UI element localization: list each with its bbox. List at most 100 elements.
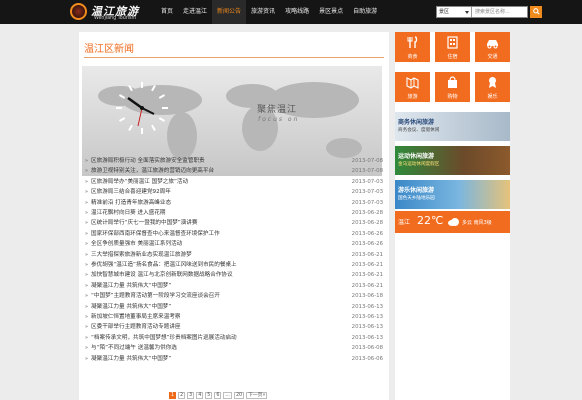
news-item[interactable]: » “中国梦”主题教育活动第一阶段学习交流座谈会召开 2013-06-18 bbox=[83, 291, 383, 301]
news-date: 2013-06-21 bbox=[351, 272, 383, 279]
news-date: 2013-06-26 bbox=[351, 241, 383, 248]
promo-sports[interactable]: 运动休闲旅游 金马运动休闲度假区 bbox=[395, 146, 510, 175]
news-title[interactable]: 新加坡仁恒置地董事局主席来温考察 bbox=[91, 312, 331, 322]
bullet-icon: » bbox=[85, 178, 89, 185]
promo-amusement[interactable]: 游乐休闲旅游 国色天乡陆地乐园 bbox=[395, 180, 510, 209]
news-item[interactable]: » 参优胡强“温江造”扬名食品：把温江风味送到市民的餐桌上 2013-06-21 bbox=[83, 260, 383, 270]
bullet-icon: » bbox=[85, 230, 89, 237]
news-title[interactable]: 国家环保部西南环保督查中心来温督查环境保护工作 bbox=[91, 229, 331, 239]
news-title[interactable]: 区旅游局三结合喜迎建党92周年 bbox=[91, 187, 331, 197]
news-item[interactable]: » 区旅游局举办“美丽温江 国梦之旅”活动 2013-07-03 bbox=[83, 177, 383, 187]
news-title[interactable]: 凝聚温江力量 共筑伟大“中国梦” bbox=[91, 281, 331, 291]
news-date: 2013-07-03 bbox=[351, 189, 383, 196]
news-title[interactable]: 旅游卫视特别关注，温江旅游的营销迈向更高平台 bbox=[91, 166, 331, 176]
bullet-icon: » bbox=[85, 334, 89, 341]
page-link[interactable]: 20 bbox=[233, 392, 245, 399]
news-item[interactable]: » 凝聚温江力量 共筑伟大“中国梦” 2013-06-13 bbox=[83, 302, 383, 312]
news-title[interactable]: 三大举措探索旅游新业态实现温江旅游梦 bbox=[91, 250, 331, 260]
news-date: 2013-06-26 bbox=[351, 230, 383, 237]
page-link[interactable]: 下一页» bbox=[246, 392, 268, 399]
news-item[interactable]: » 国家环保部西南环保督查中心来温督查环境保护工作 2013-06-26 bbox=[83, 229, 383, 239]
news-title[interactable]: 参优胡强“温江造”扬名食品：把温江风味送到市民的餐桌上 bbox=[91, 260, 331, 270]
news-item[interactable]: » 与“陌”不同过端午 送温馨为供你选 2013-06-08 bbox=[83, 343, 383, 353]
bullet-icon: » bbox=[85, 282, 89, 289]
news-title[interactable]: 全区争创质量强市 美丽温江系列活动 bbox=[91, 239, 331, 249]
promo-title: 游乐休闲旅游 bbox=[398, 187, 435, 194]
main-nav: 首页 走进温江 新闻公告 旅游资讯 攻略线路 景区景点 自助旅游 bbox=[156, 0, 382, 24]
nav-item[interactable]: 走进温江 bbox=[178, 0, 212, 24]
news-item[interactable]: » 三大举措探索旅游新业态实现温江旅游梦 2013-06-21 bbox=[83, 250, 383, 260]
page-link[interactable]: 1 bbox=[169, 392, 177, 399]
page-link[interactable]: 4 bbox=[196, 392, 204, 399]
nav-item[interactable]: 首页 bbox=[156, 0, 178, 24]
promo-business[interactable]: 商务休闲旅游 商务会议、度假休闲 bbox=[395, 112, 510, 141]
tile-label: 交通 bbox=[487, 54, 498, 60]
nav-item[interactable]: 新闻公告 bbox=[212, 0, 247, 24]
news-date: 2013-06-08 bbox=[351, 345, 383, 352]
news-item[interactable]: » 区旅游局积极行动 全面落实旅游安全监管职责 2013-07-08 bbox=[83, 156, 383, 166]
ribbon-icon bbox=[489, 77, 496, 88]
news-title[interactable]: 凝聚温江力量 共筑伟大“中国梦” bbox=[91, 302, 331, 312]
search-button[interactable] bbox=[530, 6, 542, 18]
page-link[interactable]: 6 bbox=[214, 392, 222, 399]
news-date: 2013-06-21 bbox=[351, 282, 383, 289]
news-item[interactable]: » 加快智慧城市建设 温江与北京创新联网数据战略合作协议 2013-06-21 bbox=[83, 270, 383, 280]
tile-label: 购物 bbox=[447, 94, 458, 100]
news-title[interactable]: 温江花飘村向日葵 进入盛花期 bbox=[91, 208, 331, 218]
news-item[interactable]: » 温江花飘村向日葵 进入盛花期 2013-06-28 bbox=[83, 208, 383, 218]
news-item[interactable]: » 凝聚温江力量 共筑伟大“中国梦” 2013-06-21 bbox=[83, 281, 383, 291]
nav-item[interactable]: 自助旅游 bbox=[348, 0, 382, 24]
page-link[interactable]: ... bbox=[223, 392, 232, 399]
news-item[interactable]: » 区统计局举行“庆七一暨我的中国梦”演讲赛 2013-06-28 bbox=[83, 218, 383, 228]
news-item[interactable]: » “档案传承文明，共筑中国梦想”珍贵档案图片巡展活动启动 2013-06-13 bbox=[83, 333, 383, 343]
tile-map[interactable]: 旅游 bbox=[395, 72, 430, 102]
page-link[interactable]: 2 bbox=[178, 392, 186, 399]
clock-icon bbox=[116, 82, 168, 134]
top-nav-bar: 温江旅游 Wenjiang Tourism 首页 走进温江 新闻公告 旅游资讯 攻略线路… bbox=[0, 0, 582, 24]
search-scope-select[interactable]: 景区 bbox=[437, 7, 472, 17]
news-title[interactable]: 加快智慧城市建设 温江与北京创新联网数据战略合作协议 bbox=[91, 270, 331, 280]
news-title[interactable]: 区旅游局积极行动 全面落实旅游安全监管职责 bbox=[91, 156, 331, 166]
news-item[interactable]: » 区委干部举行主题教育活动专题讲座 2013-06-13 bbox=[83, 322, 383, 332]
news-date: 2013-06-13 bbox=[351, 303, 383, 310]
sidebar: 商食 住宿 交通旅游 购物 娱乐 商务休闲旅游 商务会议、度假休闲 运动休闲旅游 金马运… bbox=[395, 32, 510, 400]
nav-item[interactable]: 景区景点 bbox=[314, 0, 348, 24]
news-title[interactable]: 区委干部举行主题教育活动专题讲座 bbox=[91, 322, 331, 332]
news-item[interactable]: » 精准前沿 打造青年旅游高峰业态 2013-07-03 bbox=[83, 198, 383, 208]
news-item[interactable]: » 区旅游局三结合喜迎建党92周年 2013-07-03 bbox=[83, 187, 383, 197]
tile-building[interactable]: 住宿 bbox=[435, 32, 470, 62]
news-date: 2013-06-21 bbox=[351, 262, 383, 268]
site-logo[interactable]: 温江旅游 Wenjiang Tourism bbox=[70, 2, 156, 22]
news-item[interactable]: » 新加坡仁恒置地董事局主席来温考察 2013-06-13 bbox=[83, 312, 383, 322]
news-date: 2013-06-06 bbox=[351, 355, 383, 362]
news-item[interactable]: » 全区争创质量强市 美丽温江系列活动 2013-06-26 bbox=[83, 239, 383, 249]
map-icon bbox=[406, 77, 419, 89]
news-date: 2013-06-28 bbox=[351, 220, 383, 227]
tile-label: 商食 bbox=[407, 54, 418, 60]
news-title[interactable]: “档案传承文明，共筑中国梦想”珍贵档案图片巡展活动启动 bbox=[91, 333, 331, 343]
news-item[interactable]: » 凝聚温江力量 共筑伟大“中国梦” 2013-06-06 bbox=[83, 354, 383, 364]
car-icon bbox=[487, 40, 498, 49]
tile-ribbon[interactable]: 娱乐 bbox=[475, 72, 510, 102]
bullet-icon: » bbox=[85, 345, 89, 352]
search-icon bbox=[532, 8, 540, 15]
nav-item[interactable]: 攻略线路 bbox=[280, 0, 314, 24]
news-item[interactable]: » 旅游卫视特别关注，温江旅游的营销迈向更高平台 2013-07-08 bbox=[83, 166, 383, 176]
tile-bag[interactable]: 购物 bbox=[435, 72, 470, 102]
news-title[interactable]: 区统计局举行“庆七一暨我的中国梦”演讲赛 bbox=[91, 218, 331, 228]
tile-label: 旅游 bbox=[407, 94, 418, 100]
pagination: 1 2 3 4 5 6... 20 下一页» bbox=[169, 392, 268, 400]
search-input[interactable]: 搜索景区名称... bbox=[475, 7, 510, 17]
page-link[interactable]: 5 bbox=[205, 392, 213, 399]
page-link[interactable]: 3 bbox=[187, 392, 195, 399]
tile-fork-knife[interactable]: 商食 bbox=[395, 32, 430, 62]
news-title[interactable]: “中国梦”主题教育活动第一阶段学习交流座谈会召开 bbox=[91, 291, 331, 301]
nav-item[interactable]: 旅游资讯 bbox=[246, 0, 280, 24]
bullet-icon: » bbox=[85, 324, 89, 331]
news-title[interactable]: 与“陌”不同过端午 送温馨为供你选 bbox=[91, 343, 331, 353]
tile-car[interactable]: 交通 bbox=[475, 32, 510, 62]
news-title[interactable]: 凝聚温江力量 共筑伟大“中国梦” bbox=[91, 354, 331, 364]
news-title[interactable]: 区旅游局举办“美丽温江 国梦之旅”活动 bbox=[91, 177, 331, 187]
news-title[interactable]: 精准前沿 打造青年旅游高峰业态 bbox=[91, 198, 331, 208]
promo-subtitle: 商务会议、度假休闲 bbox=[398, 128, 440, 133]
